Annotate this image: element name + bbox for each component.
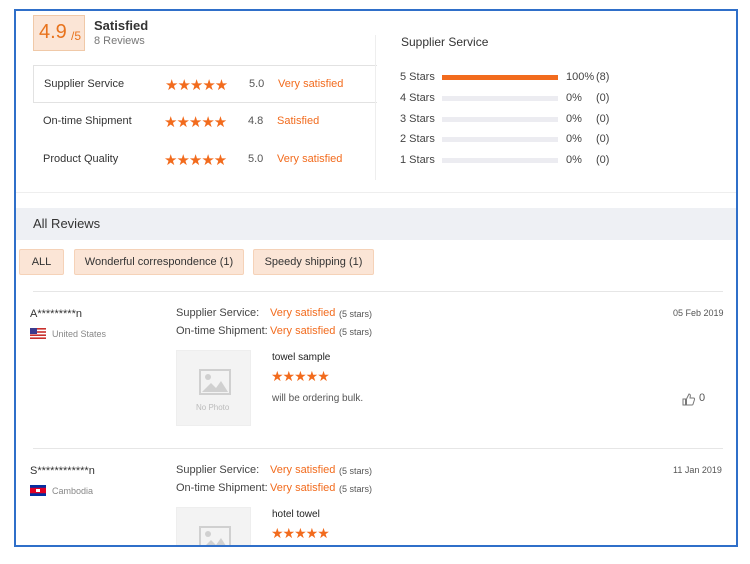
distribution-bar-fill <box>442 75 558 80</box>
distribution-bar <box>442 117 558 122</box>
reviews-panel: 4.9 /5 Satisfied 8 Reviews Supplier Serv… <box>14 9 738 547</box>
metric-value: 5.0 <box>249 78 265 90</box>
distribution-count: (8) <box>596 71 610 83</box>
distribution-count: (0) <box>596 133 610 145</box>
filter-speedy-shipping-button[interactable]: Speedy shipping (1) <box>253 249 374 275</box>
distribution-row-2: 2 Stars 0% (0) <box>400 132 660 148</box>
review-stars-icon: ★★★★★ <box>271 525 330 541</box>
metric-row-on-time-shipment[interactable]: On-time Shipment ★★★★★ 4.8 Satisfied <box>33 103 377 141</box>
supplier-service-value: Very satisfied <box>270 307 336 319</box>
metric-row-product-quality[interactable]: Product Quality ★★★★★ 5.0 Very satisfied <box>33 141 377 179</box>
star-rating-icon: ★★★★★ <box>164 114 227 131</box>
review-text: will be ordering bulk. <box>272 393 364 404</box>
filter-wonderful-correspondence-button[interactable]: Wonderful correspondence (1) <box>74 249 244 275</box>
on-time-shipment-stars: (5 stars) <box>339 484 373 494</box>
overall-score: 4.9 <box>39 21 67 43</box>
all-reviews-title: All Reviews <box>33 216 101 231</box>
distribution-row-4: 4 Stars 0% (0) <box>400 91 660 107</box>
image-icon <box>199 369 231 395</box>
distribution-percent: 0% <box>566 113 582 125</box>
distribution-label: 1 Stars <box>400 154 435 166</box>
divider <box>16 192 736 193</box>
on-time-shipment-value: Very satisfied <box>270 482 336 494</box>
distribution-bar <box>442 75 558 80</box>
distribution-label: 5 Stars <box>400 71 435 83</box>
distribution-title: Supplier Service <box>401 35 489 49</box>
overall-score-scale: /5 <box>71 29 82 43</box>
on-time-shipment-value: Very satisfied <box>270 325 336 337</box>
metric-value: 5.0 <box>248 153 264 165</box>
metric-word: Very satisfied <box>277 153 343 165</box>
review-photo-placeholder[interactable]: No Photo <box>176 350 251 426</box>
divider <box>33 291 723 292</box>
metric-value: 4.8 <box>248 115 264 127</box>
overall-score-badge: 4.9 /5 <box>33 15 85 51</box>
review-photo-placeholder[interactable] <box>176 507 251 545</box>
supplier-service-value: Very satisfied <box>270 464 336 476</box>
cambodia-flag-icon <box>30 485 46 496</box>
review-title: towel sample <box>272 352 331 363</box>
distribution-label: 2 Stars <box>400 133 435 145</box>
reviewer-country: Cambodia <box>52 486 94 496</box>
review-date: 05 Feb 2019 <box>673 308 724 318</box>
supplier-service-label: Supplier Service: <box>176 307 260 319</box>
star-rating-icon: ★★★★★ <box>164 152 227 169</box>
supplier-service-label: Supplier Service: <box>176 464 260 476</box>
divider <box>375 35 376 180</box>
no-photo-label: No Photo <box>196 403 230 412</box>
distribution-row-5: 5 Stars 100% (8) <box>400 70 660 86</box>
reviews-count: 8 Reviews <box>94 35 145 47</box>
distribution-bar <box>442 96 558 101</box>
thumbs-up-icon[interactable] <box>682 393 695 406</box>
review-date: 11 Jan 2019 <box>673 465 722 475</box>
like-count: 0 <box>699 392 706 404</box>
distribution-percent: 0% <box>566 133 582 145</box>
image-icon <box>199 526 231 545</box>
metric-word: Very satisfied <box>278 78 344 90</box>
distribution-row-3: 3 Stars 0% (0) <box>400 112 660 128</box>
metric-row-supplier-service[interactable]: Supplier Service ★★★★★ 5.0 Very satisfie… <box>33 65 377 103</box>
reviewer-country: United States <box>52 329 107 339</box>
distribution-percent: 0% <box>566 154 582 166</box>
on-time-shipment-label: On-time Shipment: <box>176 482 268 494</box>
on-time-shipment-label: On-time Shipment: <box>176 325 268 337</box>
metric-label: Product Quality <box>43 153 119 165</box>
review-title: hotel towel <box>272 509 320 520</box>
distribution-count: (0) <box>596 154 610 166</box>
distribution-percent: 0% <box>566 92 582 104</box>
reviewer-name: S************n <box>30 465 95 477</box>
distribution-bar <box>442 158 558 163</box>
filter-all-button[interactable]: ALL <box>19 249 64 275</box>
metric-label: Supplier Service <box>44 78 125 90</box>
distribution-count: (0) <box>596 92 610 104</box>
distribution-label: 4 Stars <box>400 92 435 104</box>
metric-word: Satisfied <box>277 115 320 127</box>
review-stars-icon: ★★★★★ <box>271 368 330 384</box>
reviewer-name: A*********n <box>30 308 82 320</box>
distribution-bar <box>442 137 558 142</box>
supplier-service-stars: (5 stars) <box>339 309 373 319</box>
distribution-row-1: 1 Stars 0% (0) <box>400 153 660 169</box>
divider <box>33 448 723 449</box>
on-time-shipment-stars: (5 stars) <box>339 327 373 337</box>
overall-status: Satisfied <box>94 18 149 33</box>
all-reviews-header: All Reviews <box>16 208 736 240</box>
supplier-service-stars: (5 stars) <box>339 466 373 476</box>
us-flag-icon <box>30 328 46 339</box>
distribution-label: 3 Stars <box>400 113 435 125</box>
star-rating-icon: ★★★★★ <box>165 77 228 94</box>
distribution-percent: 100% <box>566 71 595 83</box>
metric-label: On-time Shipment <box>43 115 132 127</box>
distribution-count: (0) <box>596 113 610 125</box>
